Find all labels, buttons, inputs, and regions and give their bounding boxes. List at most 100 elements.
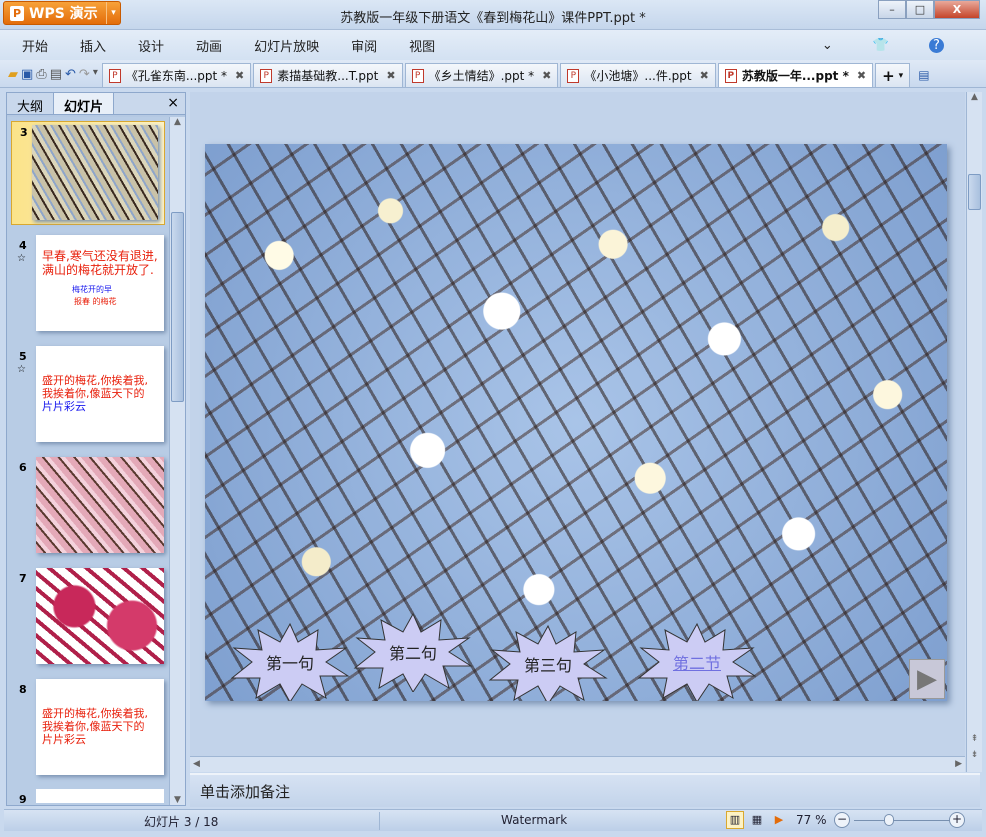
- slideshow-icon[interactable]: ▶: [770, 811, 788, 829]
- doc-tab[interactable]: P 素描基础教...T.ppt ✖: [253, 63, 403, 87]
- minimize-button[interactable]: –: [878, 0, 906, 19]
- menu-review[interactable]: 审阅: [351, 36, 377, 55]
- skin-icon[interactable]: 👕: [873, 38, 889, 53]
- animation-star-icon: ☆: [17, 253, 26, 264]
- thumb-text: 满山的梅花就开放了.: [42, 263, 154, 277]
- slide-number: 5: [19, 350, 27, 363]
- new-tab-button[interactable]: + ▾: [875, 63, 911, 87]
- print-preview-icon[interactable]: ▤: [50, 67, 62, 82]
- thumbnail-list: 3 4 ☆ 早春,寒气还没有退进, 满山的梅花就开放了. 梅花开的早 报春 的梅…: [7, 117, 169, 805]
- help-icon[interactable]: ?: [929, 38, 944, 53]
- maximize-button[interactable]: □: [906, 0, 934, 19]
- zoom-slider-handle[interactable]: [884, 814, 894, 826]
- thumb-text: 片片彩云: [42, 733, 86, 746]
- thumb-text: 片片彩云: [42, 400, 86, 413]
- zoom-level: 77 %: [796, 813, 827, 827]
- collapse-ribbon-icon[interactable]: ⌄: [822, 38, 833, 53]
- next-slide-icon[interactable]: ⇟: [967, 750, 982, 760]
- ppt-file-icon: P: [724, 68, 737, 83]
- section-2-link-button[interactable]: 第二节: [637, 622, 757, 701]
- ppt-file-icon: P: [108, 68, 121, 83]
- editor-vertical-scrollbar[interactable]: ▲ ⇞ ⇟: [966, 92, 982, 772]
- slide-number: 4: [19, 239, 27, 252]
- prev-slide-icon[interactable]: ⇞: [967, 734, 982, 744]
- slide-preview: [36, 457, 164, 553]
- thumbnail-scrollbar[interactable]: ▲ ▼: [169, 117, 185, 805]
- ppt-file-icon: P: [260, 68, 273, 83]
- save-icon[interactable]: ▣: [21, 67, 33, 82]
- sentence-1-button[interactable]: 第一句: [230, 622, 350, 701]
- document-tab-bar: ▰ ▣ ⎙ ▤ ↶ ↷ ▾ P 《孔雀东南...ppt * ✖ P 素描基础教...T…: [0, 60, 986, 88]
- customize-toolbar-icon[interactable]: ▾: [93, 67, 98, 82]
- zoom-slider-track[interactable]: [854, 820, 954, 821]
- menu-home[interactable]: 开始: [22, 36, 48, 55]
- slide-number: 9: [19, 793, 27, 805]
- tab-list-icon[interactable]: ▤: [918, 68, 929, 82]
- ppt-file-icon: P: [411, 68, 424, 83]
- slide-preview: [32, 125, 158, 220]
- scrollbar-thumb[interactable]: [968, 174, 981, 210]
- slide-thumbnail-3[interactable]: 3: [11, 121, 165, 225]
- editor-horizontal-scrollbar[interactable]: ◀ ▶: [190, 756, 965, 772]
- doc-tab[interactable]: P 《孔雀东南...ppt * ✖: [101, 63, 252, 87]
- thumb-text: 盛开的梅花,你挨着我,: [42, 374, 148, 387]
- close-tab-icon[interactable]: ✖: [235, 69, 244, 82]
- button-label: 第一句: [265, 654, 314, 673]
- menu-slideshow[interactable]: 幻灯片放映: [254, 36, 319, 55]
- watermark-label[interactable]: Watermark: [501, 813, 567, 827]
- menu-view[interactable]: 视图: [409, 36, 435, 55]
- slide-indicator: 幻灯片 3 / 18: [144, 815, 219, 829]
- scroll-down-icon[interactable]: ▼: [170, 795, 185, 805]
- notes-pane[interactable]: 单击添加备注: [190, 773, 980, 807]
- doc-tab-active[interactable]: P 苏教版一年...ppt * ✖: [717, 63, 874, 87]
- doc-tab-label: 《乡土情结》.ppt *: [428, 69, 535, 83]
- slides-panel: 大纲 幻灯片 × 3 4 ☆ 早春,寒气还没有退进, 满山的梅花就开放了. 梅花…: [6, 92, 186, 806]
- thumb-text: 早春,寒气还没有退进,: [42, 249, 158, 263]
- doc-tab[interactable]: P 《乡土情结》.ppt * ✖: [404, 63, 559, 87]
- close-tab-icon[interactable]: ✖: [700, 69, 709, 82]
- tab-slides[interactable]: 幻灯片: [54, 93, 115, 115]
- title-bar: P WPS 演示 ▾ 苏教版一年级下册语文《春到梅花山》课件PPT.ppt * – …: [0, 0, 986, 30]
- sentence-3-button[interactable]: 第三句: [488, 624, 608, 701]
- scroll-up-icon[interactable]: ▲: [170, 117, 185, 127]
- zoom-in-button[interactable]: +: [949, 812, 965, 828]
- close-panel-icon[interactable]: ×: [161, 93, 185, 114]
- normal-view-icon[interactable]: ▥: [726, 811, 744, 829]
- slide-preview: [36, 568, 164, 664]
- close-tab-icon[interactable]: ✖: [542, 69, 551, 82]
- undo-icon[interactable]: ↶: [65, 67, 76, 82]
- slide-preview: 盛开的梅花,你挨着我, 我挨着你,像蓝天下的 片片彩云: [36, 346, 164, 442]
- open-icon[interactable]: ▰: [8, 67, 18, 82]
- menu-insert[interactable]: 插入: [80, 36, 106, 55]
- next-slide-button[interactable]: ▶: [909, 659, 945, 699]
- slide-sorter-icon[interactable]: ▦: [748, 811, 766, 829]
- doc-tab-label: 苏教版一年...ppt *: [741, 69, 849, 83]
- doc-tab[interactable]: P 《小池塘》...件.ppt ✖: [560, 63, 716, 87]
- menu-bar: 开始 插入 设计 动画 幻灯片放映 审阅 视图 ⌄ 👕 ?: [0, 30, 986, 60]
- scroll-left-icon[interactable]: ◀: [193, 759, 200, 769]
- print-icon[interactable]: ⎙: [36, 67, 46, 82]
- button-label: 第二句: [388, 644, 437, 663]
- sentence-2-button[interactable]: 第二句: [353, 612, 473, 692]
- tab-outline[interactable]: 大纲: [7, 93, 55, 115]
- menu-animation[interactable]: 动画: [196, 36, 222, 55]
- slide-canvas[interactable]: 第一句 第二句 第三句 第二节 ▶: [205, 144, 947, 701]
- redo-icon[interactable]: ↷: [79, 67, 90, 82]
- slide-preview: 盛开的梅花,你挨着我, 我挨着你,像蓝天下的 片片彩云: [36, 679, 164, 775]
- scroll-up-icon[interactable]: ▲: [967, 92, 982, 102]
- zoom-out-button[interactable]: −: [834, 812, 850, 828]
- thumb-text: 盛开的梅花,你挨着我,: [42, 707, 148, 720]
- doc-tab-label: 素描基础教...T.ppt: [277, 69, 379, 83]
- close-tab-icon[interactable]: ✖: [386, 69, 395, 82]
- scroll-right-icon[interactable]: ▶: [955, 759, 962, 769]
- slide-preview: [36, 789, 164, 803]
- close-button[interactable]: X: [934, 0, 980, 19]
- slide-preview: 早春,寒气还没有退进, 满山的梅花就开放了. 梅花开的早 报春 的梅花: [36, 235, 164, 331]
- scrollbar-thumb[interactable]: [171, 212, 184, 402]
- close-tab-icon[interactable]: ✖: [857, 69, 866, 82]
- menu-design[interactable]: 设计: [138, 36, 164, 55]
- slide-number: 3: [20, 126, 28, 139]
- slide-number: 6: [19, 461, 27, 474]
- slide-number: 8: [19, 683, 27, 696]
- doc-tab-label: 《孔雀东南...ppt *: [125, 69, 228, 83]
